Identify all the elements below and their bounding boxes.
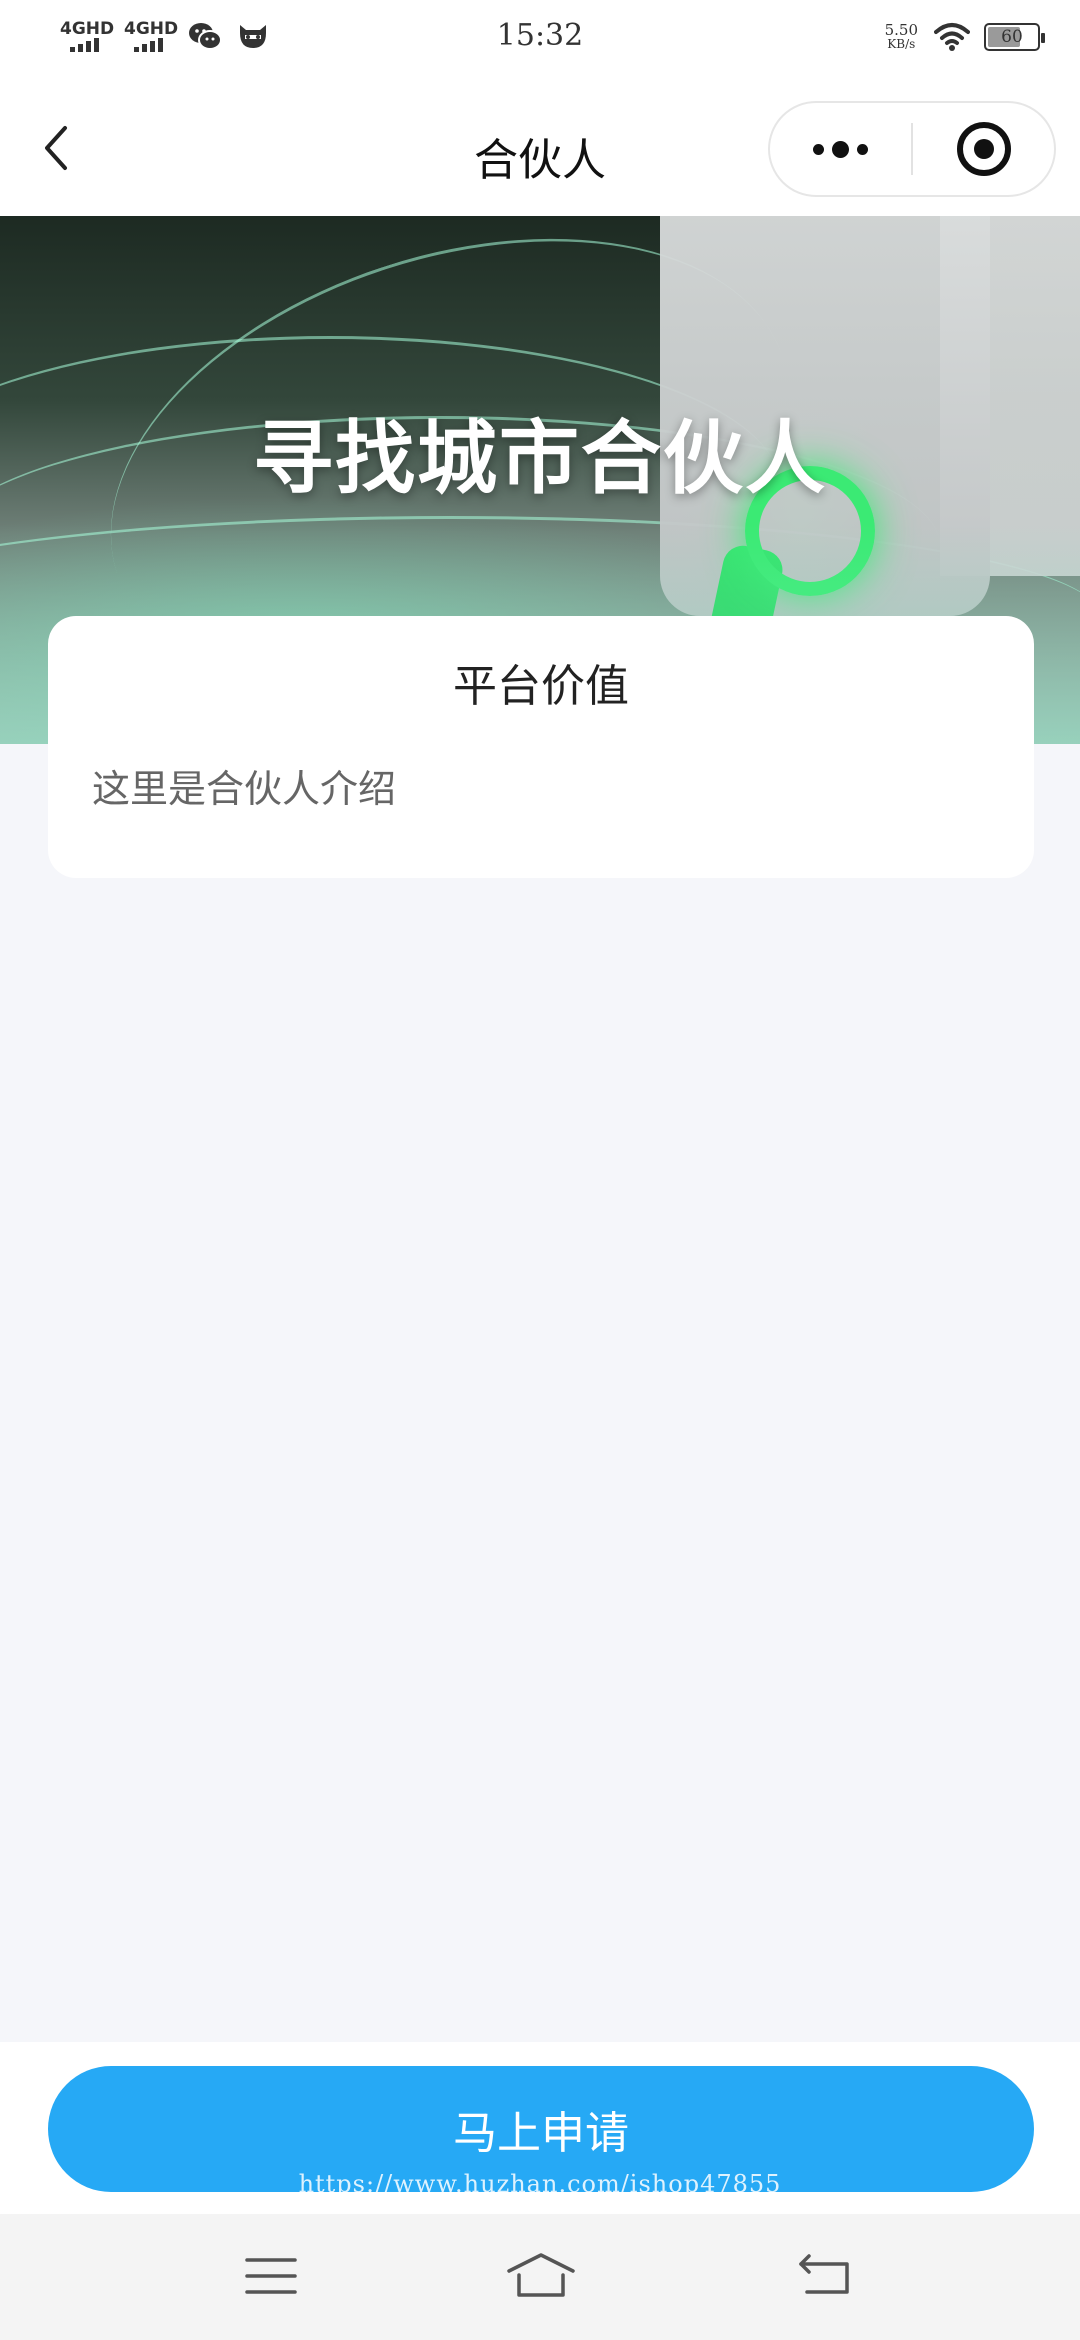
network-speed: 5.50 KB/s bbox=[885, 23, 918, 51]
platform-value-card: 平台价值 这里是合伙人介绍 bbox=[48, 616, 1034, 878]
speed-unit: KB/s bbox=[887, 37, 916, 51]
banner-headline: 寻找城市合伙人 bbox=[253, 412, 827, 505]
more-dots-icon bbox=[813, 140, 868, 158]
wifi-icon bbox=[934, 22, 970, 52]
back-arrow-icon bbox=[799, 2254, 849, 2294]
battery-level: 60 bbox=[1001, 27, 1023, 47]
home-icon bbox=[507, 2253, 575, 2297]
status-bar: 4GHD 4GHD 15:32 5.50 KB/s 60 bbox=[0, 0, 1080, 80]
system-back-button[interactable] bbox=[790, 2244, 860, 2308]
target-icon bbox=[956, 122, 1011, 176]
home-button[interactable] bbox=[506, 2244, 576, 2308]
card-body: 这里是合伙人介绍 bbox=[92, 767, 397, 811]
card-title: 平台价值 bbox=[453, 661, 629, 712]
watermark: https://www.huzhan.com/ishop47855 bbox=[298, 2170, 782, 2198]
status-right-icons: 5.50 KB/s 60 bbox=[885, 22, 1045, 52]
menu-icon bbox=[245, 2258, 297, 2294]
battery-icon: 60 bbox=[984, 23, 1045, 51]
recent-apps-button[interactable] bbox=[236, 2244, 306, 2308]
speed-value: 5.50 bbox=[884, 21, 918, 39]
close-miniprogram-button[interactable] bbox=[913, 103, 1054, 195]
system-nav-bar bbox=[0, 2214, 1080, 2340]
miniprogram-capsule bbox=[768, 101, 1056, 197]
more-button[interactable] bbox=[770, 103, 911, 195]
nav-bar: 合伙人 bbox=[0, 80, 1080, 216]
